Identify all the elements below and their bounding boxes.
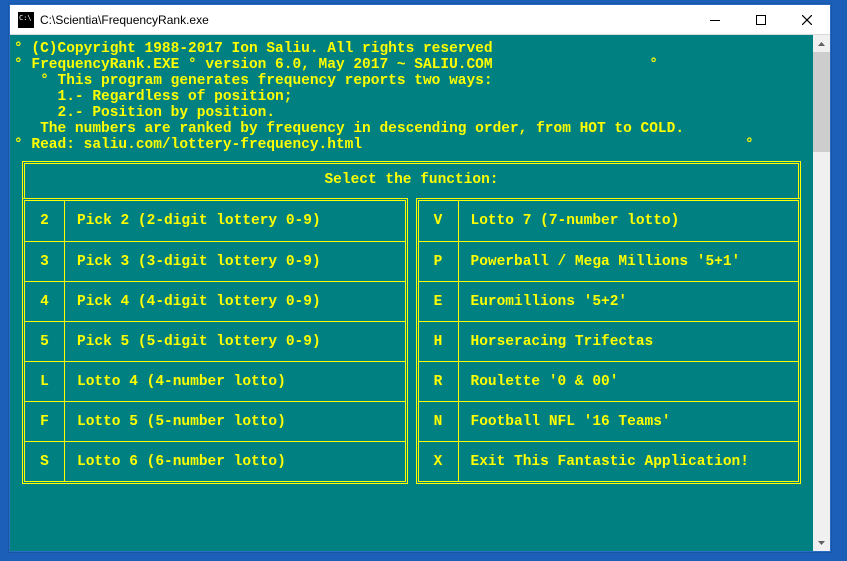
header-desc: ° This program generates frequency repor… — [10, 73, 813, 89]
menu-item-football[interactable]: NFootball NFL '16 Teams' — [419, 401, 799, 441]
app-window: C:\Scientia\FrequencyRank.exe ° (C)Copyr… — [9, 4, 831, 552]
menu-label: Exit This Fantastic Application! — [459, 454, 799, 470]
menu-title: Select the function: — [22, 161, 801, 198]
menu-item-lotto4[interactable]: LLotto 4 (4-number lotto) — [25, 361, 405, 401]
menu-item-pick3[interactable]: 3Pick 3 (3-digit lottery 0-9) — [25, 241, 405, 281]
menu-label: Lotto 7 (7-number lotto) — [459, 213, 799, 229]
header-opt2: 2.- Position by position. — [10, 105, 813, 121]
header-program: ° FrequencyRank.EXE ° version 6.0, May 2… — [10, 57, 813, 73]
read-text: Read: saliu.com/lottery-frequency.html — [31, 137, 362, 153]
menu-key: P — [419, 242, 459, 281]
window-title: C:\Scientia\FrequencyRank.exe — [40, 13, 692, 27]
scrollbar-track[interactable] — [813, 52, 830, 534]
chevron-down-icon — [818, 541, 825, 545]
menu-key: V — [419, 201, 459, 241]
menu-label: Pick 2 (2-digit lottery 0-9) — [65, 213, 405, 229]
menu-label: Pick 3 (3-digit lottery 0-9) — [65, 254, 405, 270]
menu-column-left: 2Pick 2 (2-digit lottery 0-9) 3Pick 3 (3… — [22, 198, 408, 484]
titlebar[interactable]: C:\Scientia\FrequencyRank.exe — [10, 5, 830, 35]
menu-label: Euromillions '5+2' — [459, 294, 799, 310]
header-rank: The numbers are ranked by frequency in d… — [10, 121, 813, 137]
menu-label: Roulette '0 & 00' — [459, 374, 799, 390]
close-icon — [802, 15, 812, 25]
minimize-icon — [710, 15, 720, 25]
menu-key: S — [25, 442, 65, 481]
cmd-icon — [18, 12, 34, 28]
opt1-text: 1.- Regardless of position; — [58, 89, 293, 105]
menu-label: Lotto 6 (6-number lotto) — [65, 454, 405, 470]
menu-key: L — [25, 362, 65, 401]
menu-key: 3 — [25, 242, 65, 281]
header-opt1: 1.- Regardless of position; — [10, 89, 813, 105]
scroll-down-button[interactable] — [813, 534, 830, 551]
vertical-scrollbar[interactable] — [813, 35, 830, 551]
maximize-button[interactable] — [738, 5, 784, 34]
copyright-text: (C)Copyright 1988-2017 Ion Saliu. All ri… — [31, 41, 492, 57]
close-button[interactable] — [784, 5, 830, 34]
menu-key: H — [419, 322, 459, 361]
menu-label: Lotto 5 (5-number lotto) — [65, 414, 405, 430]
menu-item-exit[interactable]: XExit This Fantastic Application! — [419, 441, 799, 481]
menu-item-euromillions[interactable]: EEuromillions '5+2' — [419, 281, 799, 321]
menu-label: Football NFL '16 Teams' — [459, 414, 799, 430]
minimize-button[interactable] — [692, 5, 738, 34]
menu-box: Select the function: 2Pick 2 (2-digit lo… — [22, 161, 801, 484]
menu-key: 4 — [25, 282, 65, 321]
menu-label: Pick 4 (4-digit lottery 0-9) — [65, 294, 405, 310]
menu-key: 2 — [25, 201, 65, 241]
console-area[interactable]: ° (C)Copyright 1988-2017 Ion Saliu. All … — [10, 35, 813, 551]
menu-item-roulette[interactable]: RRoulette '0 & 00' — [419, 361, 799, 401]
menu-key: E — [419, 282, 459, 321]
menu-item-pick4[interactable]: 4Pick 4 (4-digit lottery 0-9) — [25, 281, 405, 321]
rank-text: The numbers are ranked by frequency in d… — [40, 121, 684, 137]
menu-key: N — [419, 402, 459, 441]
menu-label: Powerball / Mega Millions '5+1' — [459, 254, 799, 270]
menu-key: F — [25, 402, 65, 441]
menu-item-powerball[interactable]: PPowerball / Mega Millions '5+1' — [419, 241, 799, 281]
menu-key: 5 — [25, 322, 65, 361]
program-text: FrequencyRank.EXE ° version 6.0, May 201… — [31, 57, 492, 73]
menu-key: R — [419, 362, 459, 401]
scroll-up-button[interactable] — [813, 35, 830, 52]
menu-item-lotto7[interactable]: VLotto 7 (7-number lotto) — [419, 201, 799, 241]
scrollbar-thumb[interactable] — [813, 52, 830, 152]
menu-columns: 2Pick 2 (2-digit lottery 0-9) 3Pick 3 (3… — [22, 198, 801, 484]
window-controls — [692, 5, 830, 34]
menu-item-pick2[interactable]: 2Pick 2 (2-digit lottery 0-9) — [25, 201, 405, 241]
header-read: ° Read: saliu.com/lottery-frequency.html… — [10, 137, 813, 153]
header-copyright: ° (C)Copyright 1988-2017 Ion Saliu. All … — [10, 41, 813, 57]
menu-label: Pick 5 (5-digit lottery 0-9) — [65, 334, 405, 350]
menu-label: Horseracing Trifectas — [459, 334, 799, 350]
chevron-up-icon — [818, 42, 825, 46]
menu-item-lotto6[interactable]: SLotto 6 (6-number lotto) — [25, 441, 405, 481]
menu-column-right: VLotto 7 (7-number lotto) PPowerball / M… — [416, 198, 802, 484]
opt2-text: 2.- Position by position. — [58, 105, 276, 121]
menu-key: X — [419, 442, 459, 481]
menu-item-horseracing[interactable]: HHorseracing Trifectas — [419, 321, 799, 361]
menu-item-pick5[interactable]: 5Pick 5 (5-digit lottery 0-9) — [25, 321, 405, 361]
maximize-icon — [756, 15, 766, 25]
menu-item-lotto5[interactable]: FLotto 5 (5-number lotto) — [25, 401, 405, 441]
desc-text: This program generates frequency reports… — [58, 73, 493, 89]
menu-label: Lotto 4 (4-number lotto) — [65, 374, 405, 390]
